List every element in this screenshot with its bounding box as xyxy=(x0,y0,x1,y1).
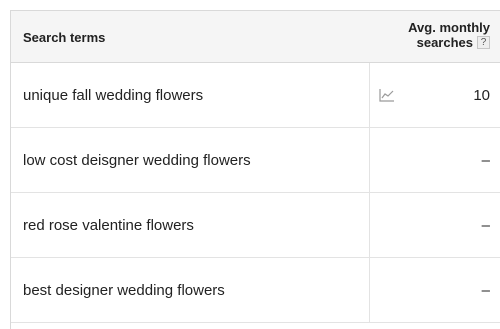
search-term: red rose valentine flowers xyxy=(23,217,194,234)
table-row: red rose valentine flowers – xyxy=(11,193,500,258)
column-header-search-terms[interactable]: Search terms xyxy=(23,30,105,45)
avg-monthly-searches-value: – xyxy=(481,152,490,169)
avg-monthly-searches-value: – xyxy=(481,217,490,234)
search-term: best designer wedding flowers xyxy=(23,282,225,299)
table-row: best designer wedding flowers – xyxy=(11,258,500,323)
column-divider xyxy=(369,63,370,127)
avg-monthly-searches-value: 10 xyxy=(473,87,490,104)
column-header-avg-monthly-searches[interactable]: Avg. monthly searches ? xyxy=(408,20,490,50)
column-divider xyxy=(369,258,370,322)
avg-monthly-searches-value: – xyxy=(481,282,490,299)
column-divider xyxy=(369,193,370,257)
table-row: unique fall wedding flowers 10 xyxy=(11,63,500,128)
table-row: low cost deisgner wedding flowers – xyxy=(11,128,500,193)
search-term: low cost deisgner wedding flowers xyxy=(23,152,251,169)
column-header-searches-line1: Avg. monthly xyxy=(408,20,490,35)
table-header: Search terms Avg. monthly searches ? xyxy=(11,11,500,63)
line-chart-icon[interactable] xyxy=(379,88,395,102)
keyword-table: Search terms Avg. monthly searches ? uni… xyxy=(10,10,500,329)
column-header-searches-line2: searches xyxy=(416,35,473,50)
column-divider xyxy=(369,128,370,192)
help-icon[interactable]: ? xyxy=(477,36,490,49)
search-term: unique fall wedding flowers xyxy=(23,87,204,104)
